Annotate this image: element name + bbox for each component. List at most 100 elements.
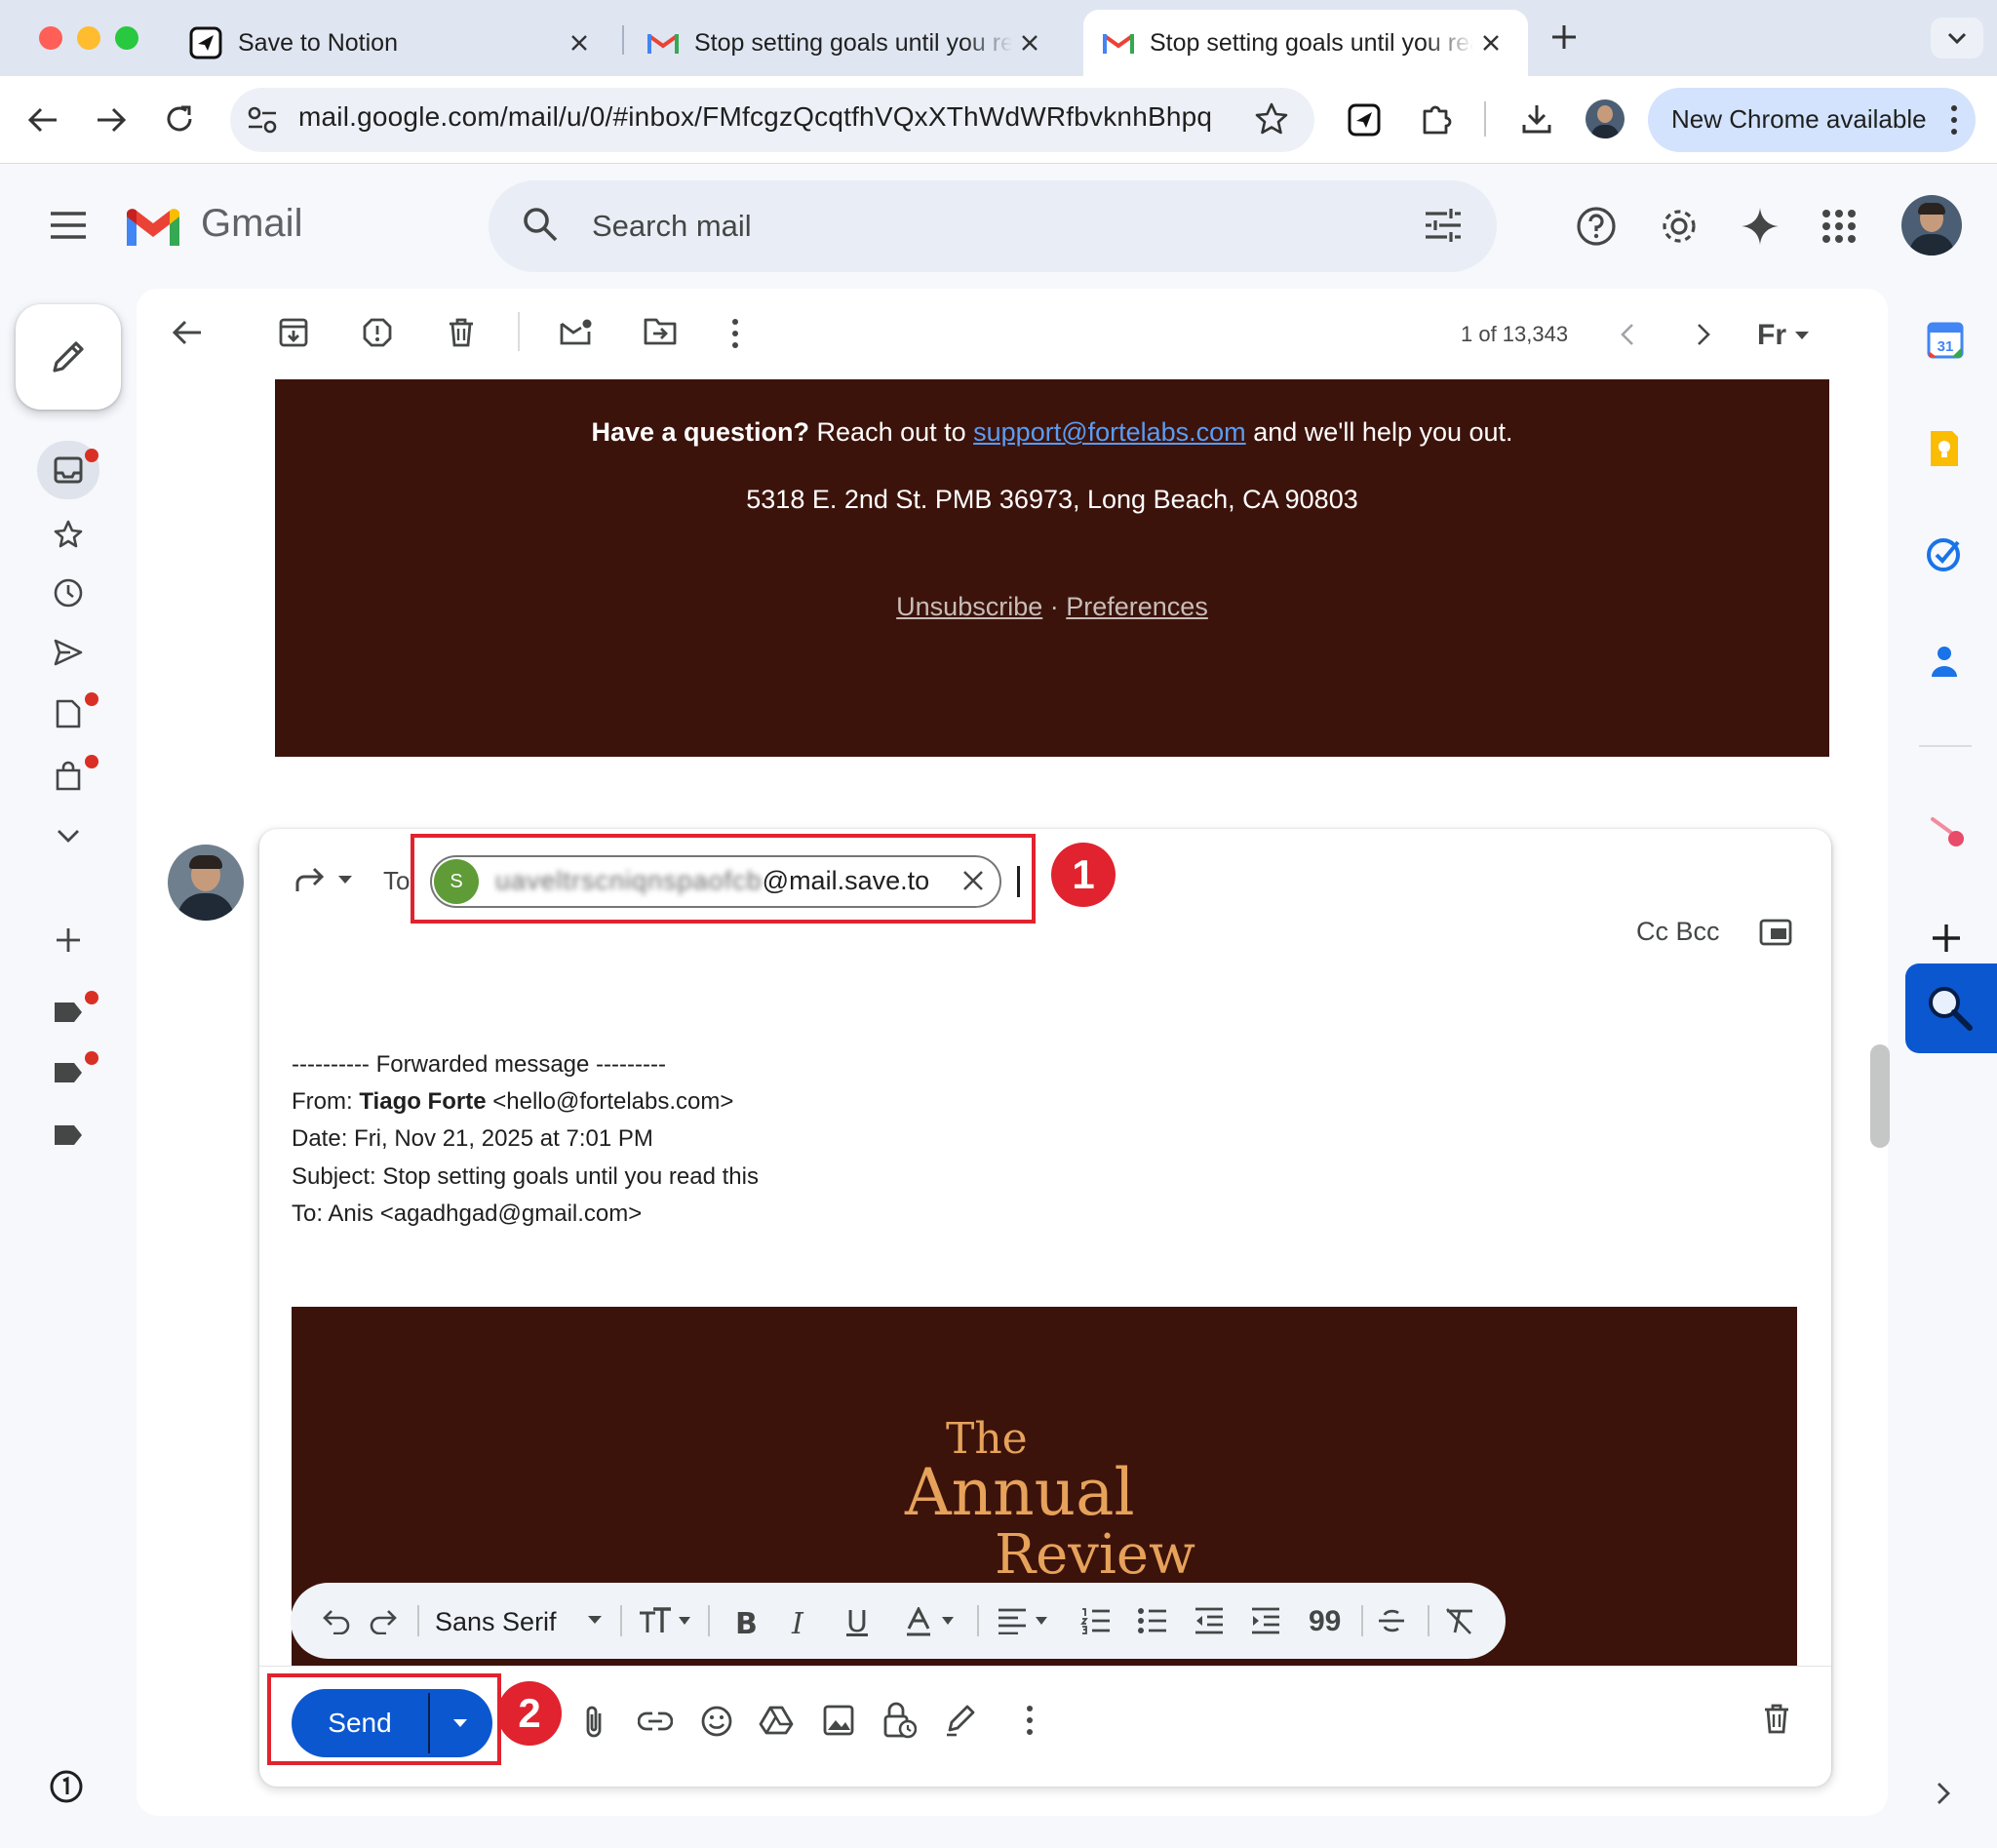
nav-more-chevron-down-icon[interactable] [55,825,82,846]
search-icon[interactable] [521,205,560,244]
discard-draft-trash-icon[interactable] [1763,1703,1790,1734]
quote-icon[interactable]: 99 [1309,1605,1341,1638]
text-cursor [1017,866,1020,897]
forward-arrow-icon[interactable] [94,103,129,137]
back-arrow-icon[interactable] [25,103,60,137]
tab-save-to-notion[interactable]: Save to Notion [170,10,616,76]
tab-stop-setting-goals-active[interactable]: Stop setting goals until you read this [1083,10,1528,76]
search-options-icon[interactable] [1424,207,1463,244]
insert-photo-icon[interactable] [823,1705,854,1736]
insert-signature-pen-icon[interactable] [944,1703,977,1738]
back-to-inbox-icon[interactable] [172,318,203,347]
bookmark-star-icon[interactable] [1254,101,1289,137]
font-family-select[interactable]: Sans Serif [435,1607,557,1637]
google-calendar-icon[interactable]: 31 [1927,322,1964,359]
extensions-puzzle-icon[interactable] [1419,101,1454,137]
google-apps-icon[interactable] [1821,209,1857,244]
window-close-button[interactable] [39,26,62,50]
nav-purchases-bag-icon[interactable] [55,761,82,792]
save-to-notion-extension-icon[interactable] [1348,103,1381,137]
pop-out-icon[interactable] [1759,919,1792,946]
delete-trash-icon[interactable] [448,318,475,347]
numbered-list-icon[interactable] [1080,1607,1112,1634]
mark-unread-icon[interactable] [560,318,593,345]
window-zoom-button[interactable] [115,26,138,50]
new-tab-button[interactable] [1547,20,1582,55]
input-tools-button[interactable]: Fr [1757,318,1835,353]
fmt-divider [417,1605,419,1636]
search-input[interactable]: Search mail [592,209,752,244]
step-badge-1: 1 [1051,843,1116,907]
google-tasks-icon[interactable] [1925,536,1962,573]
newer-chevron-left-icon[interactable] [1619,322,1636,347]
emoji-icon[interactable] [700,1705,733,1738]
tab-stop-setting-goals[interactable]: Stop setting goals until you read this [628,10,1067,76]
google-contacts-icon[interactable] [1929,642,1960,681]
nav-label-tag-icon[interactable] [53,1001,84,1024]
indent-more-icon[interactable] [1250,1607,1281,1634]
bulleted-list-icon[interactable] [1137,1607,1168,1634]
browser-menu-icon[interactable] [1944,103,1964,137]
download-icon[interactable] [1519,101,1554,137]
account-avatar[interactable] [1901,195,1962,256]
remove-formatting-icon[interactable] [1443,1607,1476,1634]
more-options-icon[interactable] [727,318,743,349]
support-email-link[interactable]: support@fortelabs.com [973,417,1246,447]
google-drive-icon[interactable] [759,1705,794,1736]
window-minimize-button[interactable] [77,26,100,50]
archive-icon[interactable] [279,318,308,347]
report-spam-icon[interactable] [363,318,392,347]
addon-comet-icon[interactable] [1931,815,1966,848]
text-color-icon[interactable] [905,1607,963,1636]
cc-bcc-toggle[interactable]: Cc Bcc [1636,917,1720,947]
italic-icon[interactable]: I [792,1607,803,1641]
attach-paperclip-icon[interactable] [581,1705,607,1740]
settings-gear-icon[interactable] [1659,206,1700,247]
align-icon[interactable] [997,1607,1057,1634]
show-side-panel-chevron-right-icon[interactable] [1935,1781,1952,1806]
site-settings-icon[interactable] [246,104,279,136]
strikethrough-icon[interactable] [1377,1607,1406,1634]
older-chevron-right-icon[interactable] [1695,322,1712,347]
font-size-icon[interactable] [638,1607,692,1634]
underline-icon[interactable]: U [846,1605,868,1639]
send-options-caret-icon[interactable] [452,1718,468,1728]
main-menu-icon[interactable] [51,211,86,240]
get-add-ons-plus-icon[interactable] [1929,921,1964,956]
nav-sent-icon[interactable] [53,638,84,667]
confidential-mode-icon[interactable] [883,1701,917,1740]
unsubscribe-link[interactable]: Unsubscribe [896,592,1042,621]
remove-recipient-close-icon[interactable] [961,869,985,892]
profile-avatar[interactable] [1586,99,1625,138]
caret-down-icon [338,876,352,884]
undo-icon[interactable] [322,1607,351,1634]
redo-icon[interactable] [369,1607,398,1634]
nav-snoozed-clock-icon[interactable] [53,577,84,609]
nav-label-tag-icon[interactable] [53,1123,84,1147]
nav-starred-icon[interactable] [53,519,84,550]
tab-close-icon[interactable] [1012,25,1047,60]
tab-close-icon[interactable] [562,25,597,60]
url-text[interactable]: mail.google.com/mail/u/0/#inbox/FMfcgzQc… [298,101,1212,133]
preferences-link[interactable]: Preferences [1066,592,1208,621]
forward-type-button[interactable] [294,866,353,893]
indent-less-icon[interactable] [1194,1607,1225,1634]
more-options-icon[interactable] [1022,1705,1038,1736]
gmail-logo-icon [123,205,183,250]
google-keep-icon[interactable] [1927,429,1962,468]
nav-create-label-plus-icon[interactable] [53,924,84,956]
nav-label-tag-icon[interactable] [53,1061,84,1084]
compose-button[interactable] [16,304,121,410]
help-icon[interactable] [1576,206,1617,247]
nav-drafts-icon[interactable] [55,698,82,729]
gemini-sparkle-icon[interactable] [1740,206,1781,247]
step-counter-icon[interactable] [49,1769,84,1804]
tab-search-button[interactable] [1931,18,1983,59]
insert-link-icon[interactable] [638,1709,673,1734]
bold-icon[interactable]: B [735,1607,758,1641]
tab-close-icon[interactable] [1473,25,1508,60]
scrollbar-thumb[interactable] [1870,1044,1890,1148]
move-to-icon[interactable] [644,318,677,345]
caret-down-icon[interactable] [587,1615,603,1625]
reload-icon[interactable] [162,101,197,137]
